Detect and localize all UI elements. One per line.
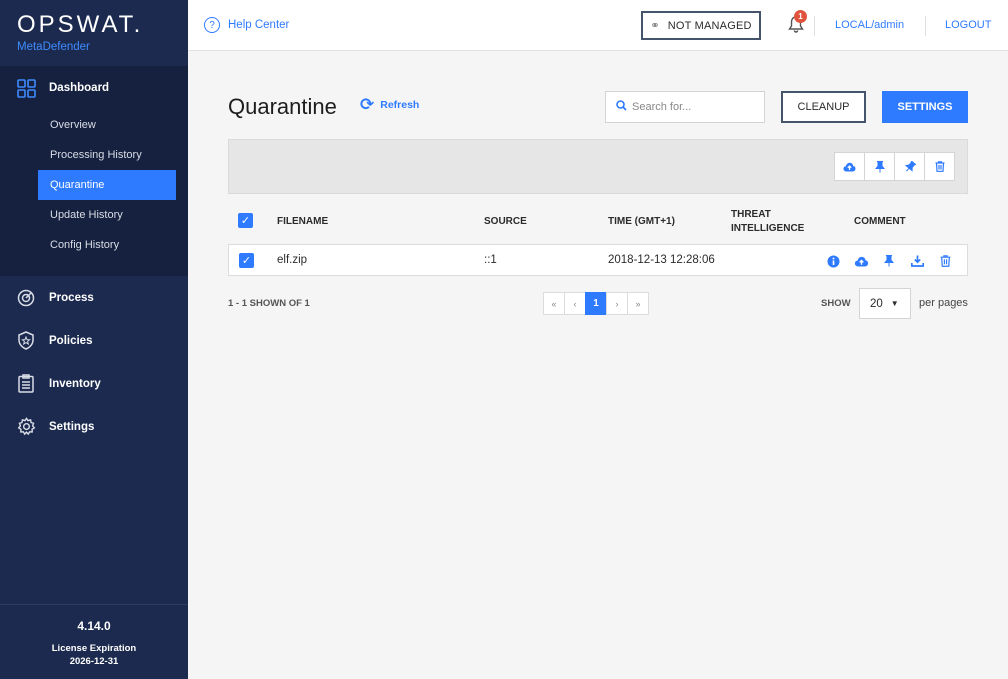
help-center-label: Help Center	[228, 19, 290, 31]
cloud-upload-icon[interactable]	[847, 252, 875, 270]
sidebar-item-label: Policies	[49, 334, 93, 347]
page-current-button[interactable]: 1	[585, 292, 607, 315]
bulk-actions	[834, 152, 955, 181]
col-time[interactable]: TIME (GMT+1)	[608, 216, 675, 227]
page-first-button[interactable]: «	[543, 292, 565, 315]
page-size-select[interactable]: 20 ▼	[859, 288, 911, 319]
cell-source: ::1	[484, 254, 497, 266]
divider	[925, 16, 926, 36]
topbar: ? Help Center ⚭ NOT MANAGED 1 LOCAL/admi…	[188, 0, 1008, 51]
license-date: 2026-12-31	[69, 656, 119, 667]
dashboard-icon	[16, 78, 36, 98]
trash-icon[interactable]	[931, 252, 959, 270]
sidebar-sub-overview[interactable]: Overview	[0, 110, 176, 140]
version-label: 4.14.0	[77, 619, 111, 633]
col-filename[interactable]: FILENAME	[277, 216, 328, 227]
notification-badge: 1	[794, 10, 807, 23]
results-count: 1 - 1 SHOWN OF 1	[228, 298, 310, 309]
row-actions	[819, 252, 959, 270]
row-checkbox[interactable]: ✓	[239, 253, 254, 268]
clipboard-icon	[16, 374, 36, 394]
col-comment[interactable]: COMMENT	[854, 216, 906, 227]
refresh-icon: ⟳	[360, 95, 375, 114]
chevron-down-icon: ▼	[890, 299, 899, 308]
target-icon	[16, 288, 36, 308]
sidebar-item-inventory[interactable]: Inventory	[0, 362, 188, 405]
cleanup-button[interactable]: CLEANUP	[781, 91, 866, 123]
search-input[interactable]: Search for...	[605, 91, 765, 123]
question-icon: ?	[204, 17, 220, 33]
pin-icon[interactable]	[875, 252, 903, 270]
sidebar-item-label: Settings	[49, 420, 95, 433]
unlink-icon: ⚭	[650, 20, 660, 32]
sidebar-item-label: Dashboard	[49, 82, 110, 94]
page-last-button[interactable]: »	[627, 292, 649, 315]
sidebar-item-label: Inventory	[49, 377, 101, 390]
info-icon[interactable]	[819, 252, 847, 270]
sidebar-item-settings[interactable]: Settings	[0, 405, 188, 448]
sidebar-sub-processing-history[interactable]: Processing History	[0, 140, 176, 170]
cell-time: 2018-12-13 12:28:06	[608, 254, 715, 266]
sidebar-item-label: Process	[49, 291, 94, 304]
per-pages-label: per pages	[919, 297, 968, 309]
col-threat[interactable]: THREAT	[731, 209, 771, 220]
sidebar-item-policies[interactable]: Policies	[0, 319, 188, 362]
sidebar-sub-update-history[interactable]: Update History	[0, 200, 176, 230]
page-size-value: 20	[870, 297, 883, 310]
dashboard-group: Dashboard Overview Processing History Qu…	[0, 66, 188, 276]
table-row[interactable]: ✓ elf.zip ::1 2018-12-13 12:28:06	[228, 244, 968, 276]
sidebar: OPSWAT. MetaDefender Dashboard Overview …	[0, 0, 188, 679]
show-label: SHOW	[821, 298, 851, 309]
refresh-button[interactable]: ⟳ Refresh	[360, 95, 420, 114]
sidebar-sub-config-history[interactable]: Config History	[0, 230, 176, 260]
page-prev-button[interactable]: ‹	[564, 292, 586, 315]
sidebar-item-dashboard[interactable]: Dashboard	[0, 66, 188, 110]
sidebar-sub-quarantine[interactable]: Quarantine	[38, 170, 176, 200]
download-icon[interactable]	[903, 252, 931, 270]
sidebar-footer: 4.14.0 License Expiration 2026-12-31	[0, 604, 188, 679]
brand[interactable]: OPSWAT. MetaDefender	[0, 0, 188, 66]
product-name: MetaDefender	[17, 41, 90, 53]
divider	[814, 16, 815, 36]
page-title: Quarantine	[228, 94, 337, 119]
bulk-pin-button[interactable]	[864, 152, 895, 181]
bulk-action-toolbar	[228, 139, 968, 194]
cell-filename: elf.zip	[277, 254, 308, 266]
select-all-checkbox[interactable]: ✓	[238, 213, 253, 228]
bulk-upload-cloud-button[interactable]	[834, 152, 865, 181]
not-managed-label: NOT MANAGED	[667, 19, 752, 32]
search-icon	[616, 100, 627, 114]
page-next-button[interactable]: ›	[606, 292, 628, 315]
search-placeholder: Search for...	[632, 101, 692, 113]
license-label: License Expiration	[51, 643, 137, 654]
bulk-whitelist-button[interactable]	[894, 152, 925, 181]
pin-icon	[874, 160, 885, 172]
table-header: ✓ FILENAME SOURCE TIME (GMT+1) THREAT IN…	[228, 204, 968, 242]
user-menu[interactable]: LOCAL/admin	[835, 19, 904, 31]
gear-icon	[16, 417, 36, 437]
not-managed-button[interactable]: ⚭ NOT MANAGED	[641, 11, 761, 40]
shield-icon	[16, 331, 36, 351]
pin-tilted-icon	[904, 160, 916, 172]
opswat-logo: OPSWAT.	[17, 11, 144, 38]
col-intelligence: INTELLIGENCE	[731, 223, 805, 234]
settings-button[interactable]: SETTINGS	[882, 91, 968, 123]
trash-icon	[935, 161, 944, 172]
cloud-upload-icon	[843, 162, 856, 171]
refresh-label: Refresh	[380, 99, 420, 111]
help-center-link[interactable]: ? Help Center	[204, 17, 289, 33]
sidebar-item-process[interactable]: Process	[0, 276, 188, 319]
license-info: License Expiration 2026-12-31	[0, 642, 188, 668]
bulk-delete-button[interactable]	[924, 152, 955, 181]
logout-link[interactable]: LOGOUT	[945, 19, 991, 31]
pagination: « ‹ 1 › »	[543, 292, 649, 315]
col-source[interactable]: SOURCE	[484, 216, 527, 227]
